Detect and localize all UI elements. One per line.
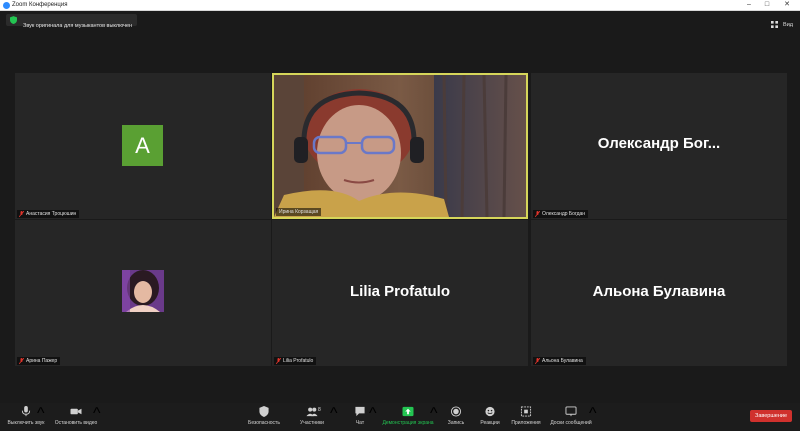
chat-bubble-icon [355,406,365,417]
close-button[interactable]: ✕ [780,0,794,10]
record-icon [450,406,462,417]
grid-view-icon [770,21,778,29]
security-button[interactable]: Безопасность [244,405,284,429]
security-label: Безопасность [248,420,280,426]
share-screen-button[interactable]: Демонстрация экрана [380,405,436,429]
participant-tile[interactable]: Lilia Profatulo Lilia Profatulo [272,220,528,366]
audio-options-caret-icon[interactable]: ^ [37,405,45,429]
chat-button[interactable]: Чат [350,405,370,429]
original-sound-notice: Звук оригинала для музыкантов выключен [6,14,138,29]
participant-tile[interactable]: A Анастасия Троцюшин [15,73,271,219]
whiteboards-label: Доски сообщений [550,420,592,426]
participant-name: Lilia Profatulo [283,358,314,364]
participant-name: Анастасия Троцюшин [26,211,77,217]
mic-muted-icon [535,358,540,364]
video-camera-icon [70,408,82,415]
share-screen-icon [402,406,414,417]
window-title: Zoom Конференция [12,2,68,8]
profile-photo [122,270,164,312]
chat-options-caret-icon[interactable]: ^ [369,405,377,429]
whiteboard-icon [565,406,577,417]
video-options-caret-icon[interactable]: ^ [93,405,101,429]
participant-nametag: Олександр Богдан [533,210,589,218]
shield-icon [10,16,17,24]
participant-video [274,75,526,217]
avatar [122,270,164,312]
avatar: A [122,125,163,166]
notice-text: Звук оригинала для музыкантов выключен [23,23,133,29]
mic-muted-icon [19,358,24,364]
share-screen-label: Демонстрация экрана [382,420,434,426]
whiteboards-options-caret-icon[interactable]: ^ [589,405,597,429]
participant-display-name: Альона Булавина [592,283,726,300]
participant-tile-active-speaker[interactable]: Ирина Корзащая [272,73,528,219]
maximize-button[interactable]: □ [760,0,774,10]
participant-name: Ирина Корзащая [279,209,319,215]
participant-nametag: Анастасия Троцюшин [17,210,80,218]
apps-icon [520,406,532,417]
zoom-app-icon [3,2,10,9]
view-button[interactable]: Вид [770,16,793,29]
mic-muted-icon [19,211,24,217]
view-label: Вид [783,21,793,28]
microphone-icon [21,406,31,417]
participant-tile[interactable]: Арина Пажер [15,220,271,366]
apps-button[interactable]: Приложения [508,405,544,429]
participants-icon [306,407,318,417]
participant-nametag: Ирина Корзащая [276,208,322,216]
participants-button[interactable]: Участники [296,405,328,429]
mic-muted-icon [535,211,540,217]
reactions-button[interactable]: Реакции [478,405,502,429]
participant-display-name: Lilia Profatulo [349,283,450,300]
meeting-stage: Звук оригинала для музыкантов выключен В… [0,11,800,403]
participants-options-caret-icon[interactable]: ^ [330,405,338,429]
participant-tile[interactable]: Альона Булавина Альона Булавина [531,220,787,366]
reactions-label: Реакции [480,420,500,426]
participant-tile[interactable]: Олександр Бог... Олександр Богдан [531,73,787,219]
apps-label: Приложения [511,420,541,426]
participant-display-name: Олександр Бог... [597,135,721,152]
participants-count: 8 [318,407,321,413]
minimize-button[interactable]: – [742,0,756,10]
reactions-emoji-icon [485,406,495,417]
record-label: Запись [447,420,465,426]
share-options-caret-icon[interactable]: ^ [430,405,438,429]
participant-name: Олександр Богдан [542,211,586,217]
mic-muted-icon [276,358,281,364]
chat-label: Чат [355,420,365,426]
meeting-toolbar: Выключить звук ^ Остановить видео ^ Безо… [0,403,800,430]
participant-name: Арина Пажер [26,358,58,364]
participant-nametag: Арина Пажер [17,357,61,365]
participants-label: Участники [300,420,324,426]
participant-nametag: Альона Булавина [533,357,586,365]
record-button[interactable]: Запись [444,405,468,429]
whiteboards-button[interactable]: Доски сообщений [548,405,594,429]
shield-icon [259,406,269,417]
participant-name: Альона Булавина [542,358,583,364]
end-meeting-button[interactable]: Завершение [750,410,792,422]
participant-nametag: Lilia Profatulo [274,357,317,365]
window-titlebar: Zoom Конференция – □ ✕ [0,0,800,11]
